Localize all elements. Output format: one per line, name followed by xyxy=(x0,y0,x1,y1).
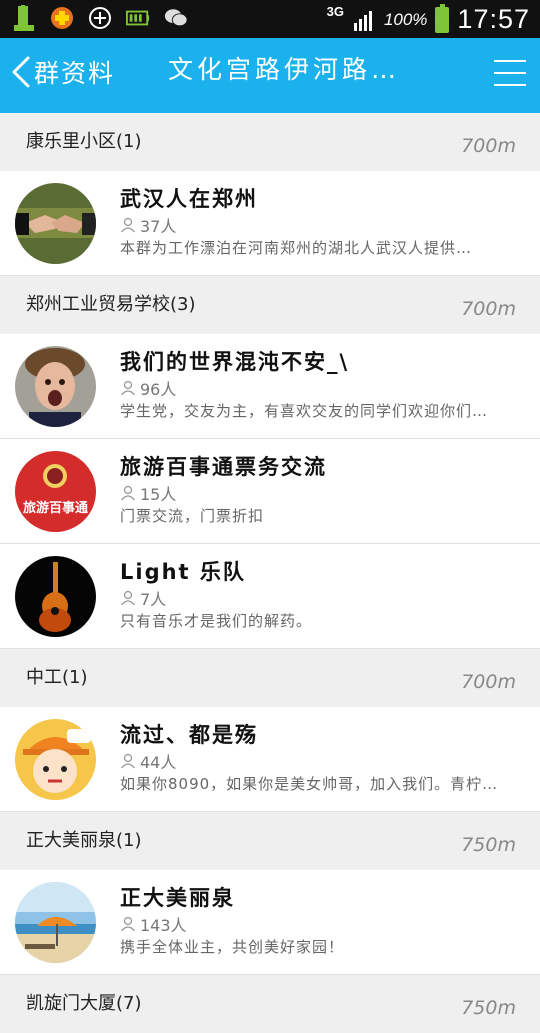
section-header: 凯旋门大厦(7) 750m xyxy=(0,975,540,1033)
group-avatar xyxy=(15,556,96,637)
header-bar: 群资料 文化宫路伊河路… xyxy=(0,38,540,113)
group-avatar xyxy=(15,719,96,800)
person-icon xyxy=(120,380,136,396)
member-count: 96人 xyxy=(120,376,176,400)
section-header: 康乐里小区(1) 700m xyxy=(0,113,540,171)
group-list-item[interactable]: 我们的世界混沌不安_\ 96人 学生党，交友为主，有喜欢交友的同学们欢迎你们… xyxy=(0,334,540,439)
group-list-item[interactable]: 正大美丽泉 143人 携手全体业主，共创美好家园！ xyxy=(0,870,540,975)
group-description: 只有音乐才是我们的解药。 xyxy=(120,612,313,630)
section-name: 郑州工业贸易学校(3) xyxy=(26,294,196,315)
group-description: 学生党，交友为主，有喜欢交友的同学们欢迎你们… xyxy=(120,402,489,420)
menu-icon xyxy=(494,60,526,62)
battery-icon xyxy=(435,3,450,33)
member-count: 44人 xyxy=(120,749,176,773)
member-count-text: 96人 xyxy=(140,380,177,399)
group-name: Light 乐队 xyxy=(120,560,246,584)
group-name: 旅游百事通票务交流 xyxy=(120,455,327,479)
medical-box-icon xyxy=(50,6,74,30)
group-avatar xyxy=(15,882,96,963)
member-count: 37人 xyxy=(120,213,176,237)
plus-circle-icon xyxy=(88,6,112,30)
group-list: 康乐里小区(1) 700m 武汉人在郑州 37人 本群为工作漂泊在河南郑州的湖北人… xyxy=(0,113,540,1033)
chevron-left-icon xyxy=(12,56,30,88)
group-name: 武汉人在郑州 xyxy=(120,187,258,211)
battery-status-icon xyxy=(126,6,150,30)
group-avatar xyxy=(15,346,96,427)
section-name: 康乐里小区(1) xyxy=(26,131,142,152)
group-name: 流过、都是殇 xyxy=(120,723,258,747)
group-name: 正大美丽泉 xyxy=(120,886,235,910)
section-distance: 750m xyxy=(461,834,516,856)
section-header: 正大美丽泉(1) 750m xyxy=(0,812,540,870)
group-name: 我们的世界混沌不安_\ xyxy=(120,350,350,374)
person-icon xyxy=(120,916,136,932)
member-count: 143人 xyxy=(120,912,187,936)
member-count: 15人 xyxy=(120,481,176,505)
group-list-item[interactable]: Light 乐队 7人 只有音乐才是我们的解药。 xyxy=(0,544,540,649)
section-distance: 700m xyxy=(461,671,516,693)
group-list-item[interactable]: 流过、都是殇 44人 如果你8090，如果你是美女帅哥，加入我们。青柠… xyxy=(0,707,540,812)
network-type: 3G xyxy=(326,4,344,19)
group-description: 如果你8090，如果你是美女帅哥，加入我们。青柠… xyxy=(120,775,499,793)
page-title: 文化宫路伊河路… xyxy=(168,55,401,84)
person-icon xyxy=(120,217,136,233)
group-description: 携手全体业主，共创美好家园！ xyxy=(120,938,345,956)
battery-percent: 100% xyxy=(383,9,428,29)
section-distance: 700m xyxy=(461,135,516,157)
signal-icon xyxy=(353,10,372,31)
section-name: 凯旋门大厦(7) xyxy=(26,993,142,1014)
avatar-text: 旅游百事通 xyxy=(22,501,88,516)
section-header: 中工(1) 700m xyxy=(0,649,540,707)
wechat-icon xyxy=(164,6,188,30)
section-name: 正大美丽泉(1) xyxy=(26,830,142,851)
battery-100-icon xyxy=(12,5,36,31)
menu-button[interactable] xyxy=(494,60,526,88)
person-icon xyxy=(120,753,136,769)
section-header: 郑州工业贸易学校(3) 700m xyxy=(0,276,540,334)
group-list-item[interactable]: 旅游百事通 旅游百事通票务交流 15人 门票交流，门票折扣 xyxy=(0,439,540,544)
group-list-item[interactable]: 武汉人在郑州 37人 本群为工作漂泊在河南郑州的湖北人武汉人提供… xyxy=(0,171,540,276)
clock: 17:57 xyxy=(457,4,530,34)
status-bar: 3G 100% 17:57 xyxy=(0,0,540,38)
person-icon xyxy=(120,590,136,606)
member-count-text: 7人 xyxy=(140,590,167,609)
group-avatar: 旅游百事通 xyxy=(15,451,96,532)
member-count-text: 15人 xyxy=(140,485,177,504)
section-distance: 700m xyxy=(461,298,516,320)
back-label: 群资料 xyxy=(34,59,116,88)
member-count-text: 44人 xyxy=(140,753,177,772)
group-description: 门票交流，门票折扣 xyxy=(120,507,265,525)
group-avatar xyxy=(15,183,96,264)
person-icon xyxy=(120,485,136,501)
member-count-text: 143人 xyxy=(140,916,187,935)
group-description: 本群为工作漂泊在河南郑州的湖北人武汉人提供… xyxy=(120,239,473,257)
member-count: 7人 xyxy=(120,586,166,610)
section-name: 中工(1) xyxy=(26,667,88,688)
section-distance: 750m xyxy=(461,997,516,1019)
member-count-text: 37人 xyxy=(140,217,177,236)
back-button[interactable]: 群资料 xyxy=(10,54,115,90)
